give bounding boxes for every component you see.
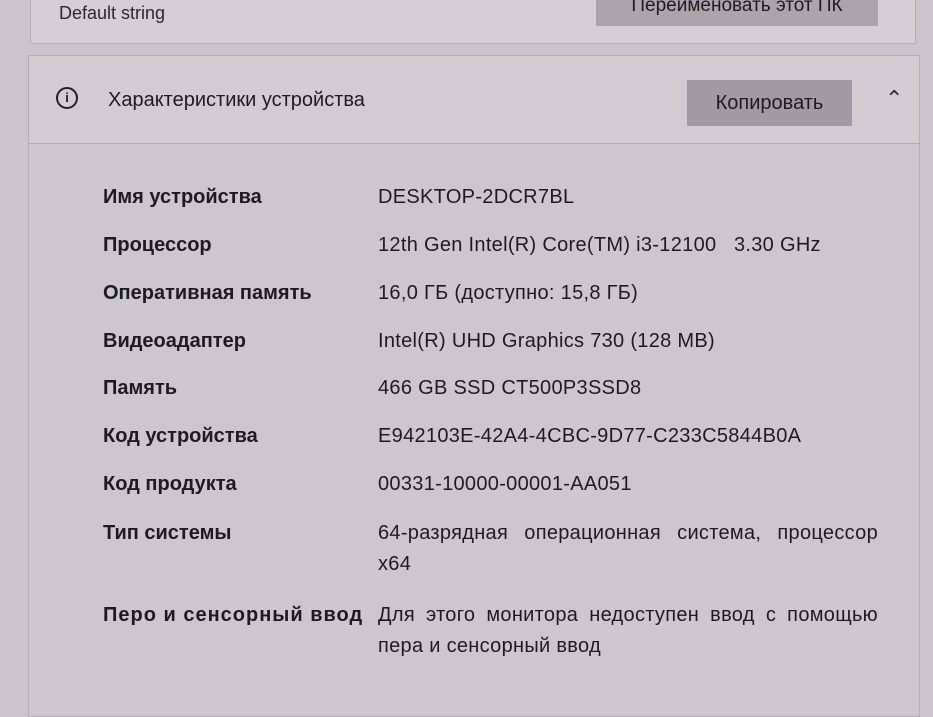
spec-label: Тип системы <box>103 522 232 544</box>
spec-value: DESKTOP-2DCR7BL <box>378 186 575 208</box>
spec-value: Intel(R) UHD Graphics 730 (128 MB) <box>378 330 715 352</box>
device-subtitle: Default string <box>59 3 166 23</box>
info-icon: i <box>56 87 78 109</box>
device-specs-card: i Характеристики устройства Копировать ⌃… <box>28 55 920 717</box>
spec-label: Код устройства <box>103 425 258 447</box>
chevron-up-icon[interactable]: ⌃ <box>885 86 903 112</box>
copy-button[interactable]: Копировать <box>687 80 852 126</box>
spec-label: Видеоадаптер <box>103 330 246 352</box>
spec-value: 64-разрядная операционная система, проце… <box>378 522 878 575</box>
spec-label: Перо и сенсорный ввод <box>103 604 364 626</box>
spec-label: Имя устройства <box>103 186 262 208</box>
spec-value: 00331-10000-00001-AA051 <box>378 473 632 495</box>
spec-label: Код продукта <box>103 473 237 495</box>
spec-value: 466 GB SSD CT500P3SSD8 <box>378 377 642 399</box>
spec-value: 12th Gen Intel(R) Core(TM) i3-12100 3.30… <box>378 234 821 256</box>
spec-label: Оперативная память <box>103 282 312 304</box>
spec-value: Для этого монитора недоступен ввод с пом… <box>378 604 878 657</box>
spec-label: Память <box>103 377 178 399</box>
specs-title: Характеристики устройства <box>108 89 365 111</box>
spec-label: Процессор <box>103 234 212 256</box>
spec-value: 16,0 ГБ (доступно: 15,8 ГБ) <box>378 282 639 304</box>
rename-pc-button[interactable]: Переименовать этот ПК <box>596 0 878 26</box>
specs-header[interactable]: i Характеристики устройства Копировать ⌃ <box>29 56 919 144</box>
spec-value: E942103E-42A4-4CBC-9D77-C233C5844B0A <box>378 425 802 447</box>
